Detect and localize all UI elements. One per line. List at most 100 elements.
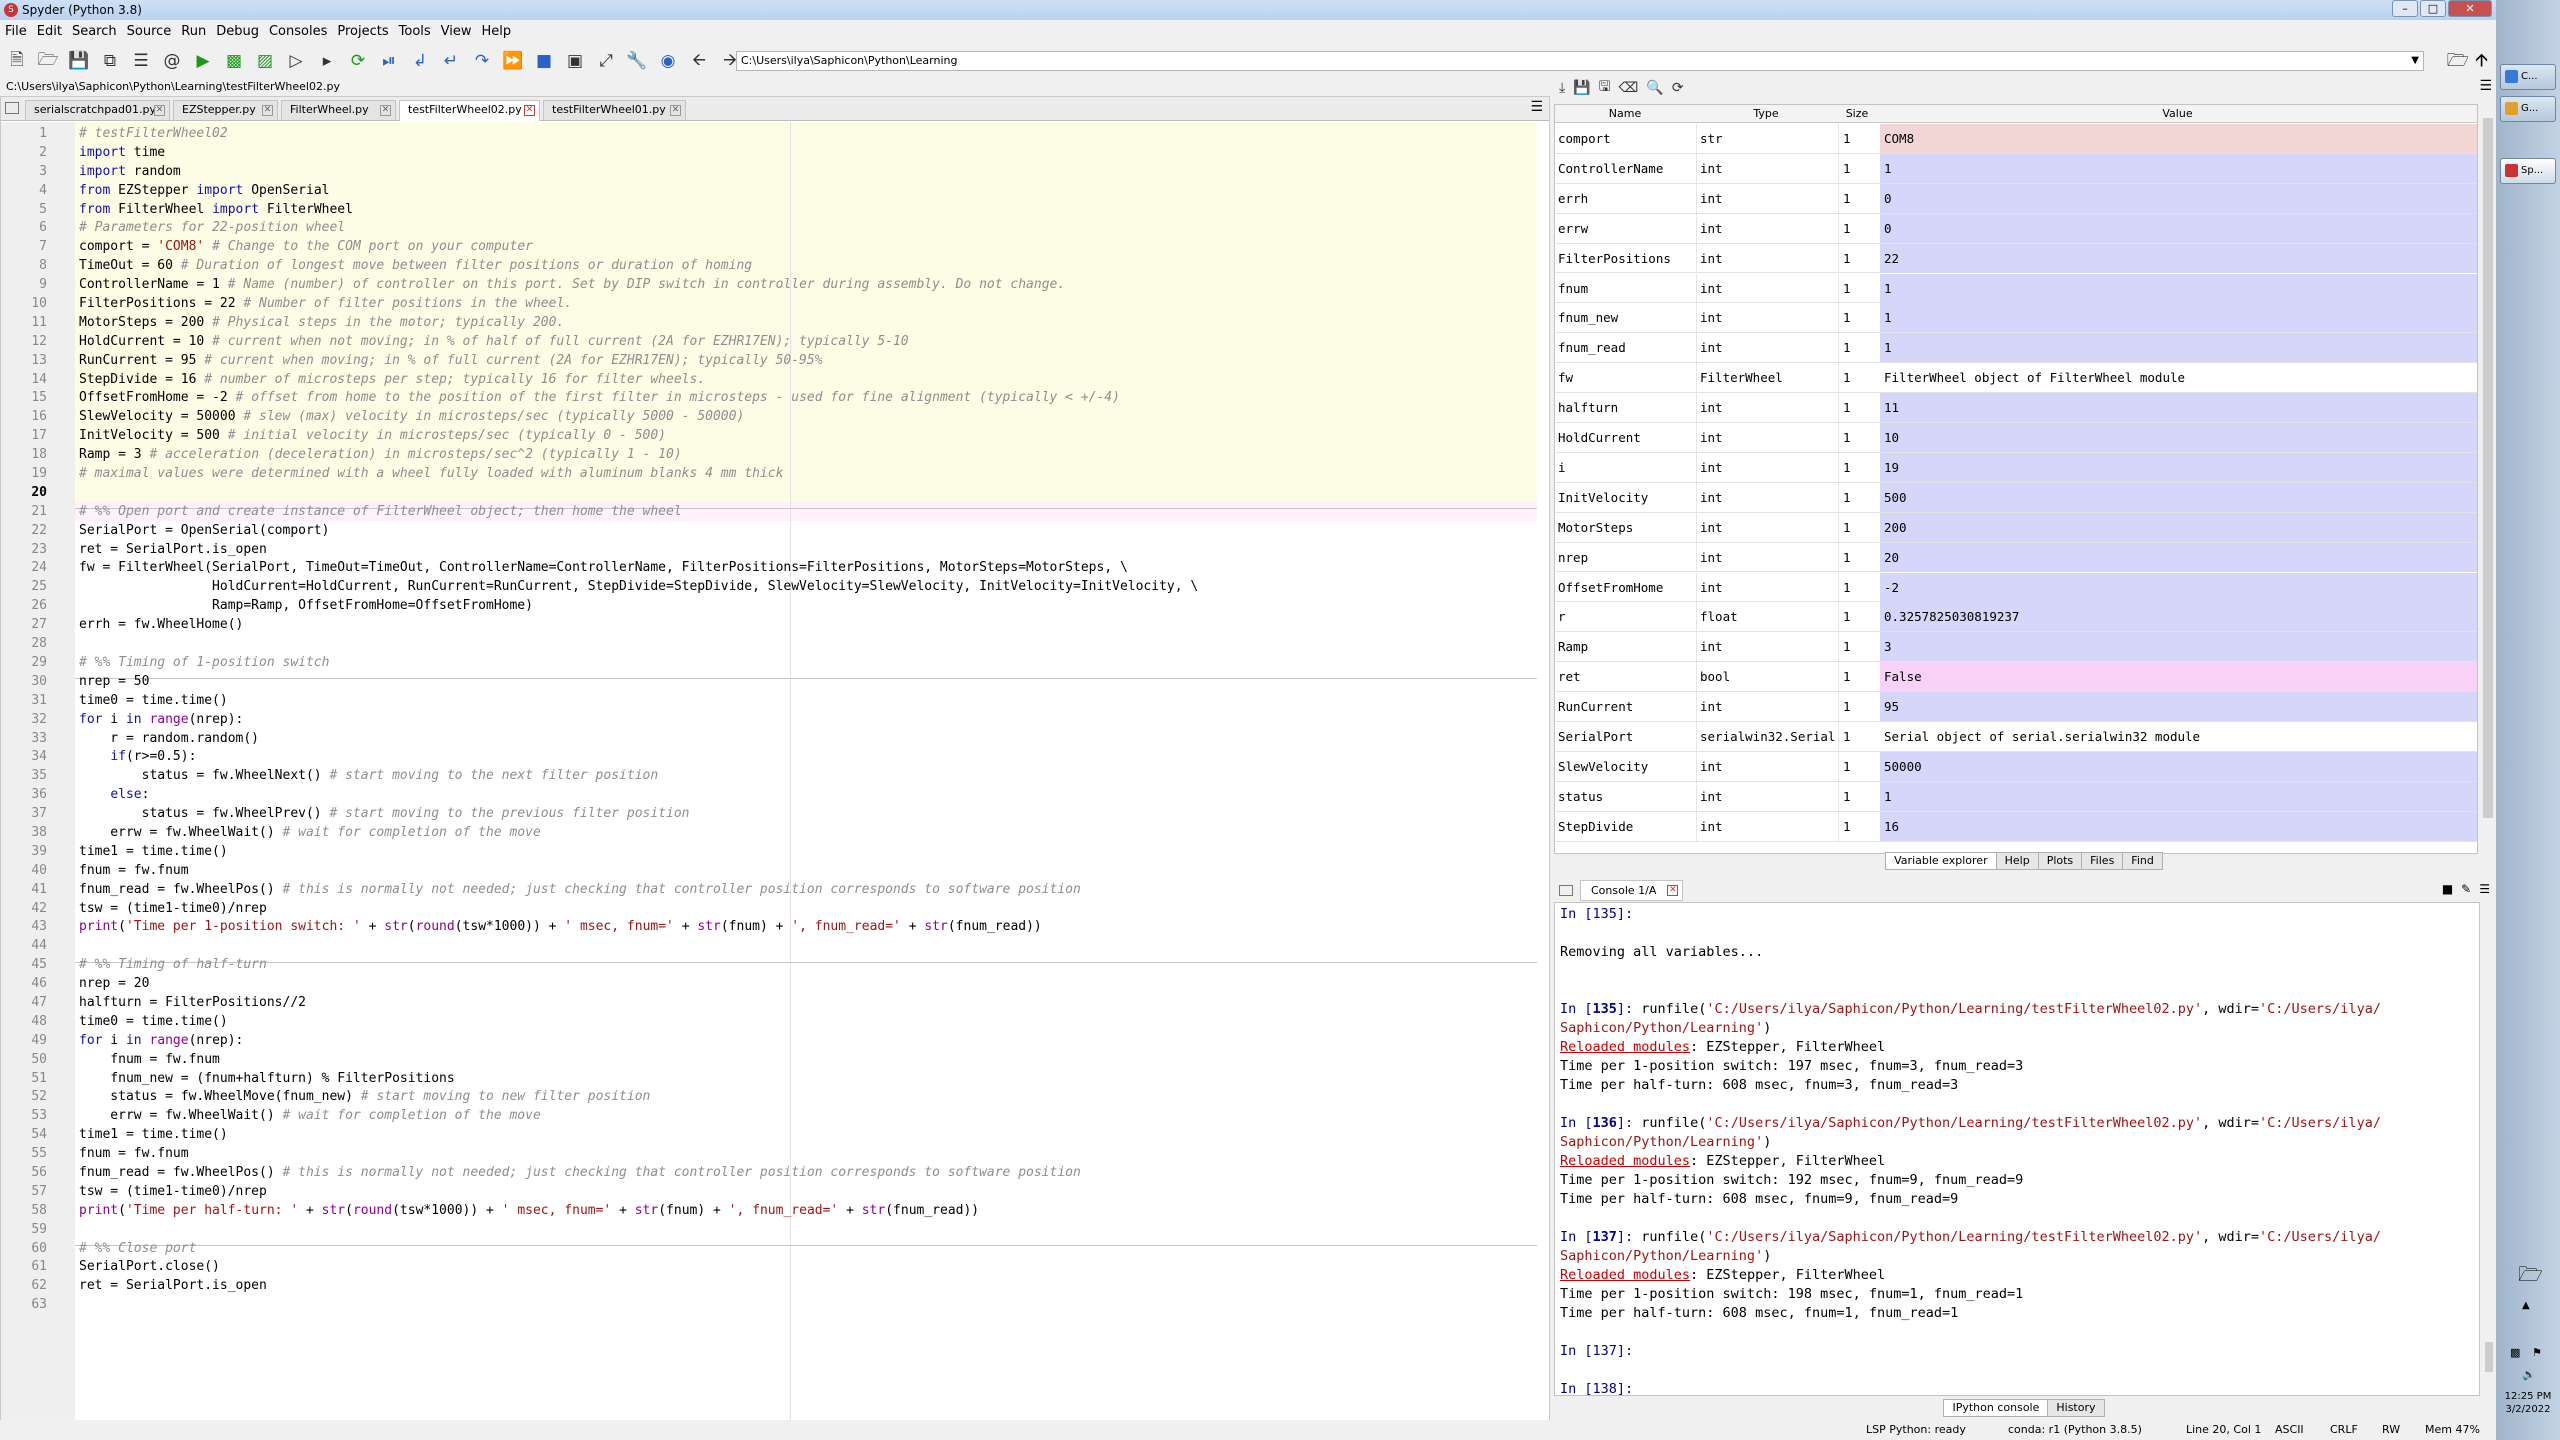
column-header-name[interactable]: Name (1555, 105, 1695, 123)
variable-row[interactable]: halfturn int 1 11 (1555, 393, 2477, 423)
menu-consoles[interactable]: Consoles (264, 22, 332, 42)
folder-icon[interactable]: 🗁 (2518, 1260, 2543, 1294)
variable-row[interactable]: errw int 1 0 (1555, 213, 2477, 244)
scrollbar-thumb[interactable] (2485, 1342, 2493, 1372)
chevron-up-icon[interactable]: ▲ (2522, 1300, 2530, 1311)
tab-help[interactable]: Help (1995, 852, 2039, 870)
tab-history[interactable]: History (2047, 1399, 2105, 1417)
variable-row[interactable]: fw FilterWheel 1 FilterWheel object of Filt… (1555, 363, 2477, 394)
close-icon[interactable]: ✕ (380, 105, 391, 116)
column-header-size[interactable]: Size (1837, 105, 1877, 123)
variable-row[interactable]: fnum int 1 1 (1555, 273, 2477, 304)
run-selection-icon[interactable]: ▷ (283, 49, 309, 73)
debug-icon[interactable]: ⟳ (345, 49, 371, 73)
clear-console-icon[interactable]: ✎ (2461, 882, 2471, 896)
variable-row[interactable]: RunCurrent int 1 95 (1555, 692, 2477, 722)
ipython-console-output[interactable]: In [135]: Removing all variables... In [13… (1554, 902, 2480, 1396)
outline-icon[interactable]: ☰ (128, 49, 154, 73)
file-tab[interactable]: testFilterWheel01.py ✕ (543, 100, 686, 120)
menu-debug[interactable]: Debug (211, 22, 264, 42)
console-scrollbar[interactable] (2483, 902, 2495, 1396)
preferences-icon[interactable]: 🔧 (624, 49, 650, 73)
menu-edit[interactable]: Edit (32, 22, 67, 42)
close-icon[interactable]: ✕ (670, 105, 681, 116)
file-tab[interactable]: serialscratchpad01.py ✕ (25, 100, 170, 120)
column-header-type[interactable]: Type (1696, 105, 1836, 123)
variable-row[interactable]: SlewVelocity int 1 50000 (1555, 751, 2477, 782)
stop-debug-icon[interactable]: ■ (531, 49, 557, 73)
run-icon[interactable]: ▶ (190, 49, 216, 73)
network-icon[interactable]: ▩ (2510, 1346, 2520, 1359)
close-button[interactable]: ✕ (2448, 0, 2492, 17)
taskbar-item-g[interactable]: G... (2500, 96, 2556, 122)
variable-row[interactable]: fnum_read int 1 1 (1555, 333, 2477, 364)
run-cell-advance-icon[interactable]: ▨ (252, 49, 278, 73)
column-header-value[interactable]: Value (1880, 105, 2475, 123)
variable-table-scrollbar[interactable] (2481, 104, 2495, 854)
run-to-line-icon[interactable]: ▸ (314, 49, 340, 73)
browse-tabs-icon[interactable] (5, 102, 19, 114)
menu-file[interactable]: File (0, 22, 32, 42)
console-tab[interactable]: Console 1/A ✕ (1580, 880, 1684, 901)
scrollbar-thumb[interactable] (2483, 118, 2493, 818)
tab-variable-explorer[interactable]: Variable explorer (1885, 852, 1997, 870)
variable-row[interactable]: OffsetFromHome int 1 -2 (1555, 572, 2477, 603)
flag-icon[interactable]: ⚑ (2532, 1346, 2542, 1359)
variable-row[interactable]: SerialPort serialwin32.Serial 1 Serial obje… (1555, 722, 2477, 752)
variable-row[interactable]: ret bool 1 False (1555, 662, 2477, 693)
file-tab[interactable]: EZStepper.py ✕ (173, 100, 278, 120)
close-icon[interactable]: ✕ (262, 105, 273, 116)
chevron-down-icon[interactable]: ▼ (2411, 52, 2419, 70)
tab-files[interactable]: Files (2081, 852, 2124, 870)
variable-row[interactable]: InitVelocity int 1 500 (1555, 482, 2477, 513)
new-file-icon[interactable]: 🗎 (4, 49, 30, 73)
variable-row[interactable]: StepDivide int 1 16 (1555, 811, 2477, 842)
variable-row[interactable]: errh int 1 0 (1555, 183, 2477, 214)
save-icon[interactable]: 💾 (66, 49, 92, 73)
close-icon[interactable]: ✕ (1667, 885, 1679, 896)
menu-run[interactable]: Run (176, 22, 211, 42)
fullscreen-icon[interactable]: ⤢ (593, 49, 619, 73)
tab-find[interactable]: Find (2122, 852, 2163, 870)
menu-search[interactable]: Search (67, 22, 122, 42)
tab-ipython-console[interactable]: IPython console (1943, 1399, 2049, 1417)
maximize-button[interactable]: □ (2420, 0, 2446, 17)
open-file-icon[interactable]: 🗁 (35, 49, 61, 73)
menu-projects[interactable]: Projects (332, 22, 393, 42)
menu-help[interactable]: Help (477, 22, 517, 42)
back-arrow-icon[interactable]: 🡨 (686, 49, 712, 73)
run-cell-icon[interactable]: ▩ (221, 49, 247, 73)
variable-row[interactable]: comport str 1 COM8 (1555, 124, 2477, 154)
remove-all-variables-icon[interactable]: ⌫ (1619, 80, 1639, 96)
variable-row[interactable]: FilterPositions int 1 22 (1555, 243, 2477, 274)
search-icon[interactable]: 🔍 (1646, 80, 1663, 96)
editor-options-icon[interactable]: ☰ (1530, 99, 1543, 115)
step-icon[interactable]: ⏯ (376, 49, 402, 73)
variable-row[interactable]: ControllerName int 1 1 (1555, 153, 2477, 184)
variable-row[interactable]: Ramp int 1 3 (1555, 632, 2477, 663)
close-icon[interactable]: ✕ (524, 105, 535, 116)
continue-execution-icon[interactable]: ⏩ (500, 49, 526, 73)
browse-tabs-icon[interactable] (1559, 885, 1573, 896)
variable-explorer-options-icon[interactable]: ☰ (2479, 78, 2492, 94)
variable-row[interactable]: HoldCurrent int 1 10 (1555, 423, 2477, 453)
menu-tools[interactable]: Tools (394, 22, 436, 42)
variable-row[interactable]: MotorSteps int 1 200 (1555, 512, 2477, 543)
step-into-icon[interactable]: ↲ (407, 49, 433, 73)
variable-row[interactable]: r float 1 0.3257825030819237 (1555, 602, 2477, 633)
code-editor[interactable]: 1 # testFilterWheel02 2 import time 3 import … (1, 122, 1549, 1422)
console-options-icon[interactable]: ☰ (2479, 882, 2490, 896)
close-icon[interactable]: ✕ (154, 105, 165, 116)
import-data-icon[interactable]: ⤓ (1559, 80, 1565, 96)
step-return-icon[interactable]: ↵ (438, 49, 464, 73)
continue-icon[interactable]: ↷ (469, 49, 495, 73)
minimize-button[interactable]: – (2392, 0, 2418, 17)
save-data-as-icon[interactable]: 🖫 (1599, 76, 1611, 100)
python-path-icon[interactable]: ◉ (655, 49, 681, 73)
stop-kernel-icon[interactable]: ■ (2442, 882, 2453, 896)
taskbar-item-chrome[interactable]: C... (2500, 64, 2556, 90)
maximize-pane-icon[interactable]: ▣ (562, 49, 588, 73)
tab-plots[interactable]: Plots (2037, 852, 2083, 870)
taskbar-clock[interactable]: 12:25 PM 3/2/2022 (2496, 1390, 2560, 1416)
file-tab[interactable]: testFilterWheel02.py ✕ (399, 100, 540, 121)
